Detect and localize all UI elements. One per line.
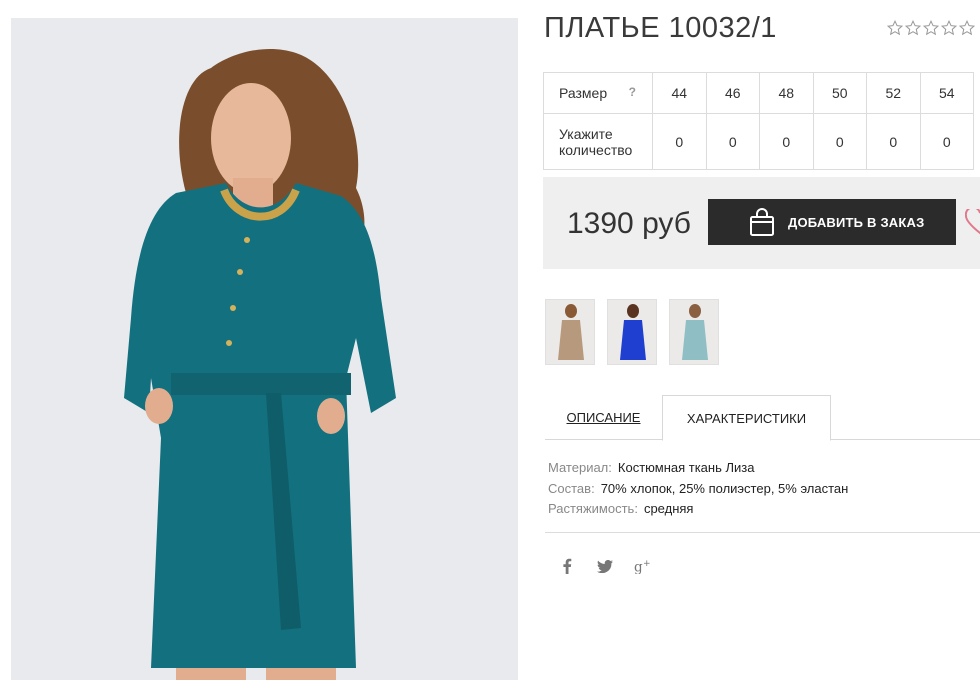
size-label: Размер (559, 85, 608, 101)
spec-row: Состав: 70% хлопок, 25% полиэстер, 5% эла… (548, 479, 848, 500)
twitter-icon[interactable] (596, 556, 614, 576)
tab-characteristics[interactable]: ХАРАКТЕРИСТИКИ (662, 395, 831, 441)
facebook-icon[interactable] (558, 556, 576, 576)
google-plus-icon[interactable]: g + (634, 556, 652, 576)
quantity-input[interactable]: 0 (866, 113, 921, 170)
thumbnail-light-teal[interactable] (669, 299, 719, 365)
dress-model-image (11, 18, 518, 680)
spec-value: средняя (643, 501, 694, 516)
spec-key: Состав: (548, 480, 595, 496)
divider (545, 532, 980, 533)
size-row: Размер ? 44 46 48 50 52 54 (543, 72, 974, 114)
size-help-icon[interactable]: ? (629, 85, 636, 99)
size-cell: 46 (705, 72, 760, 114)
spec-row: Растяжимость: средняя (548, 499, 848, 520)
price: 1390 руб (567, 207, 691, 240)
spec-row: Материал: Костюмная ткань Лиза (548, 458, 848, 479)
svg-text:g: g (634, 559, 643, 574)
spec-key: Растяжимость: (548, 501, 638, 516)
spec-value: 70% хлопок, 25% полиэстер, 5% эластан (600, 480, 849, 496)
star-icon[interactable] (905, 20, 921, 36)
characteristics-list: Материал: Костюмная ткань Лиза Состав: 70%… (548, 458, 848, 520)
star-icon[interactable] (959, 20, 975, 36)
add-to-order-label: ДОБАВИТЬ В ЗАКАЗ (788, 214, 925, 230)
social-share: g + (558, 556, 652, 576)
quantity-label: Укажите количество (543, 113, 653, 170)
size-cell: 52 (866, 72, 921, 114)
spec-value: Костюмная ткань Лиза (617, 460, 755, 475)
color-thumbnails (545, 299, 719, 365)
quantity-input[interactable]: 0 (812, 113, 867, 170)
thumbnail-beige[interactable] (545, 299, 595, 365)
spec-key: Материал: (548, 460, 612, 475)
size-quantity-table: Размер ? 44 46 48 50 52 54 Укажите колич… (543, 72, 974, 170)
quantity-input[interactable]: 0 (705, 113, 760, 170)
quantity-input[interactable]: 0 (652, 113, 707, 170)
product-photo[interactable] (11, 18, 518, 680)
quantity-row: Укажите количество 0 0 0 0 0 0 (543, 113, 974, 170)
tab-description[interactable]: ОПИСАНИЕ (545, 395, 662, 440)
star-icon[interactable] (941, 20, 957, 36)
product-title: ПЛАТЬЕ 10032/1 (544, 12, 777, 44)
size-cell: 50 (812, 72, 867, 114)
quantity-label-line1: Укажите (559, 125, 613, 142)
size-cell: 54 (919, 72, 974, 114)
wishlist-heart-icon[interactable] (965, 209, 980, 235)
quantity-input[interactable]: 0 (919, 113, 974, 170)
quantity-input[interactable]: 0 (759, 113, 814, 170)
star-icon[interactable] (887, 20, 903, 36)
star-icon[interactable] (923, 20, 939, 36)
size-cell: 44 (652, 72, 707, 114)
quantity-label-line2: количество (559, 141, 633, 158)
buy-box: 1390 руб ДОБАВИТЬ В ЗАКАЗ (543, 177, 980, 269)
svg-text:+: + (643, 559, 651, 569)
product-tabs: ОПИСАНИЕ ХАРАКТЕРИСТИКИ (545, 395, 980, 441)
size-label-cell: Размер ? (543, 72, 653, 114)
shopping-bag-icon (750, 208, 774, 236)
thumbnail-blue[interactable] (607, 299, 657, 365)
rating-stars[interactable] (887, 20, 975, 36)
add-to-order-button[interactable]: ДОБАВИТЬ В ЗАКАЗ (708, 199, 956, 245)
size-cell: 48 (759, 72, 814, 114)
